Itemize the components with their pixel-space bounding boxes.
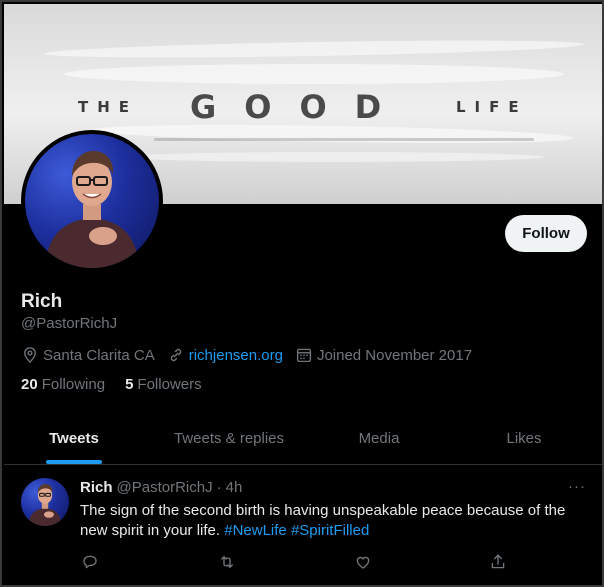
tweet-avatar[interactable] xyxy=(21,478,69,526)
tab-tweets-and-replies[interactable]: Tweets & replies xyxy=(144,413,314,464)
profile-handle: @PastorRichJ xyxy=(21,315,118,332)
like-icon[interactable] xyxy=(353,552,373,572)
tweet-author[interactable]: Rich xyxy=(80,479,113,496)
tab-label: Tweets & replies xyxy=(173,430,285,447)
followers-count: 5 xyxy=(125,376,134,393)
banner-texture xyxy=(43,37,585,61)
location-icon xyxy=(21,346,39,364)
location-text: Santa Clarita CA xyxy=(43,346,155,364)
tab-label: Likes xyxy=(506,430,542,447)
tab-media[interactable]: Media xyxy=(314,413,444,464)
tweet-actions xyxy=(80,552,520,572)
website-link[interactable]: richjensen.org xyxy=(189,347,283,364)
avatar-photo xyxy=(25,134,159,268)
profile-joined: Joined November 2017 xyxy=(295,346,472,364)
tab-likes[interactable]: Likes xyxy=(444,413,602,464)
profile-location: Santa Clarita CA xyxy=(21,346,155,364)
banner-texture xyxy=(124,152,544,162)
share-icon[interactable] xyxy=(488,552,508,572)
tweet-separator: · xyxy=(216,479,222,496)
tab-label: Tweets xyxy=(49,430,99,447)
profile-name: Rich xyxy=(21,291,63,312)
calendar-icon xyxy=(295,346,313,364)
followers-label: Followers xyxy=(137,376,202,393)
active-tab-indicator xyxy=(46,460,102,464)
followers-link[interactable]: 5 Followers xyxy=(125,376,202,393)
banner-word-life: LIFE xyxy=(456,98,528,116)
link-icon xyxy=(167,346,185,364)
profile-avatar[interactable] xyxy=(21,130,163,272)
hashtag-link[interactable]: #NewLife xyxy=(224,522,287,539)
tab-label: Media xyxy=(358,430,400,447)
hashtag-link[interactable]: #SpiritFilled xyxy=(291,522,369,539)
profile-page: THE GOOD LIFE Follow Rich @PastorRichJ S… xyxy=(0,0,604,587)
more-options-icon[interactable]: ··· xyxy=(568,478,586,495)
following-label: Following xyxy=(41,376,106,393)
banner-texture xyxy=(154,138,534,141)
banner-word-the: THE xyxy=(78,98,139,116)
profile-meta: Santa Clarita CA richjensen.org Joined N… xyxy=(21,345,484,365)
banner-title: THE GOOD LIFE xyxy=(4,88,602,126)
profile-website: richjensen.org xyxy=(167,346,283,364)
joined-text: Joined November 2017 xyxy=(316,346,473,364)
tweet-handle[interactable]: @PastorRichJ xyxy=(117,479,213,496)
following-link[interactable]: 20 Following xyxy=(21,376,105,393)
profile-tabs: Tweets Tweets & replies Media Likes xyxy=(4,413,602,465)
tweet-time[interactable]: 4h xyxy=(226,479,243,496)
reply-icon[interactable] xyxy=(80,552,100,572)
follow-button[interactable]: Follow xyxy=(505,215,587,252)
tab-tweets[interactable]: Tweets xyxy=(4,413,144,464)
retweet-icon[interactable] xyxy=(217,552,237,572)
tweet-header: Rich @PastorRichJ · 4h xyxy=(80,479,242,496)
tweet[interactable]: Rich @PastorRichJ · 4h ··· The sign of t… xyxy=(4,466,602,585)
follow-stats: 20 Following 5 Followers xyxy=(21,376,222,393)
following-count: 20 xyxy=(21,376,38,393)
banner-texture xyxy=(64,64,564,84)
banner-word-good: GOOD xyxy=(190,88,410,126)
tweet-text: The sign of the second birth is having u… xyxy=(80,501,580,541)
